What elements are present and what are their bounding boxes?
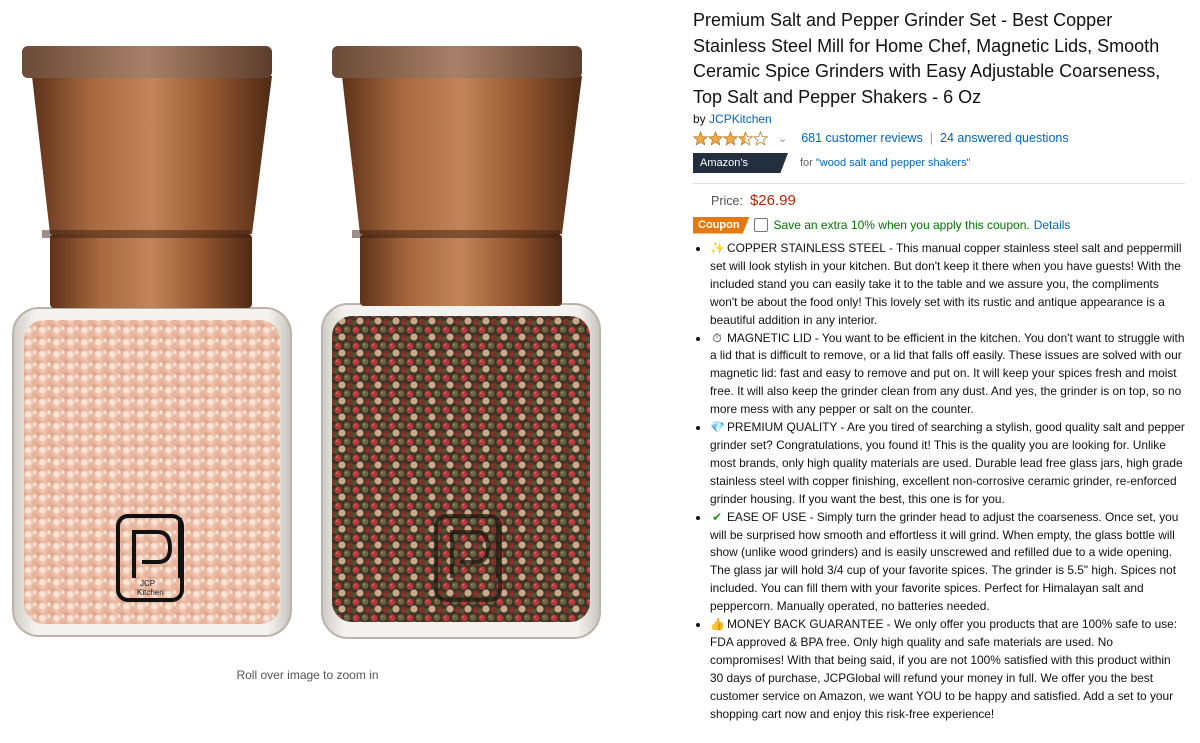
star-icon (708, 130, 723, 146)
thumbs-up-icon: 👍 (710, 617, 725, 632)
rating-row: ⌄ 681 customer reviews | 24 answered que… (693, 129, 1185, 147)
coupon-text: Save an extra 10% when you apply this co… (773, 218, 1030, 232)
product-image[interactable]: JCP Kitchen (10, 38, 605, 644)
feature-bullets: ✨COPPER STAINLESS STEEL - This manual co… (693, 240, 1185, 723)
price-label: Price: (711, 194, 743, 208)
star-icon (738, 130, 753, 146)
separator: | (929, 131, 934, 145)
feature-bullet: ✔EASE OF USE - Simply turn the grinder h… (710, 509, 1185, 616)
amazons-choice-badge: Amazon's Choice (693, 153, 788, 173)
choice-for: for "wood salt and pepper shakers" (800, 157, 970, 169)
bullet-text: PREMIUM QUALITY - Are you tired of searc… (710, 420, 1185, 506)
bullet-text: EASE OF USE - Simply turn the grinder he… (710, 509, 1179, 614)
reviews-link[interactable]: 681 customer reviews (801, 131, 923, 145)
salt-grinder: JCP Kitchen (12, 46, 292, 637)
pepper-grinder (321, 46, 601, 639)
star-rating[interactable] (693, 130, 768, 146)
bullet-text: MONEY BACK GUARANTEE - We only offer you… (710, 617, 1178, 721)
choice-label-1: Amazon's (700, 157, 748, 169)
feature-bullet: ⏱MAGNETIC LID - You want to be efficient… (710, 330, 1185, 420)
star-icon (753, 130, 768, 146)
questions-link[interactable]: 24 answered questions (940, 131, 1069, 145)
bullet-text: MAGNETIC LID - You want to be efficient … (710, 330, 1185, 417)
gem-icon: 💎 (710, 420, 725, 435)
by-prefix: by (693, 112, 706, 126)
brand-link[interactable]: JCPKitchen (709, 112, 772, 126)
star-icon (723, 130, 738, 146)
price-value: $26.99 (749, 192, 796, 209)
star-icon (693, 130, 708, 146)
product-details: Premium Salt and Pepper Grinder Set - Be… (693, 8, 1185, 723)
sparkle-icon: ✨ (710, 241, 725, 255)
coupon-details-link[interactable]: Details (1034, 218, 1071, 232)
chevron-down-icon[interactable]: ⌄ (778, 132, 787, 145)
byline: by JCPKitchen (693, 112, 1185, 126)
logo-text-2: Kitchen (137, 588, 164, 597)
divider (693, 183, 1185, 184)
amazons-choice-row: Amazon's Choice for "wood salt and peppe… (693, 153, 1185, 173)
coupon-row: Coupon Save an extra 10% when you apply … (693, 216, 1185, 234)
logo-text-1: JCP (140, 579, 155, 588)
bullet-text: COPPER STAINLESS STEEL - This manual cop… (710, 241, 1182, 327)
coupon-badge: Coupon (693, 216, 750, 234)
stopwatch-icon: ⏱ (712, 330, 722, 345)
check-icon: ✔ (712, 509, 722, 524)
coupon-checkbox[interactable] (753, 218, 768, 232)
product-title: Premium Salt and Pepper Grinder Set - Be… (693, 10, 1161, 107)
choice-for-label: for (800, 157, 813, 169)
image-block: JCP Kitchen Roll over image to zoom in (0, 0, 615, 743)
price-row: Price: $26.99 (711, 192, 1185, 212)
choice-query-link[interactable]: "wood salt and pepper shakers" (816, 157, 971, 169)
feature-bullet: ✨COPPER STAINLESS STEEL - This manual co… (710, 240, 1185, 330)
feature-bullet: 👍MONEY BACK GUARANTEE - We only offer yo… (710, 616, 1185, 723)
zoom-hint: Roll over image to zoom in (236, 668, 379, 682)
feature-bullet: 💎PREMIUM QUALITY - Are you tired of sear… (710, 419, 1185, 509)
